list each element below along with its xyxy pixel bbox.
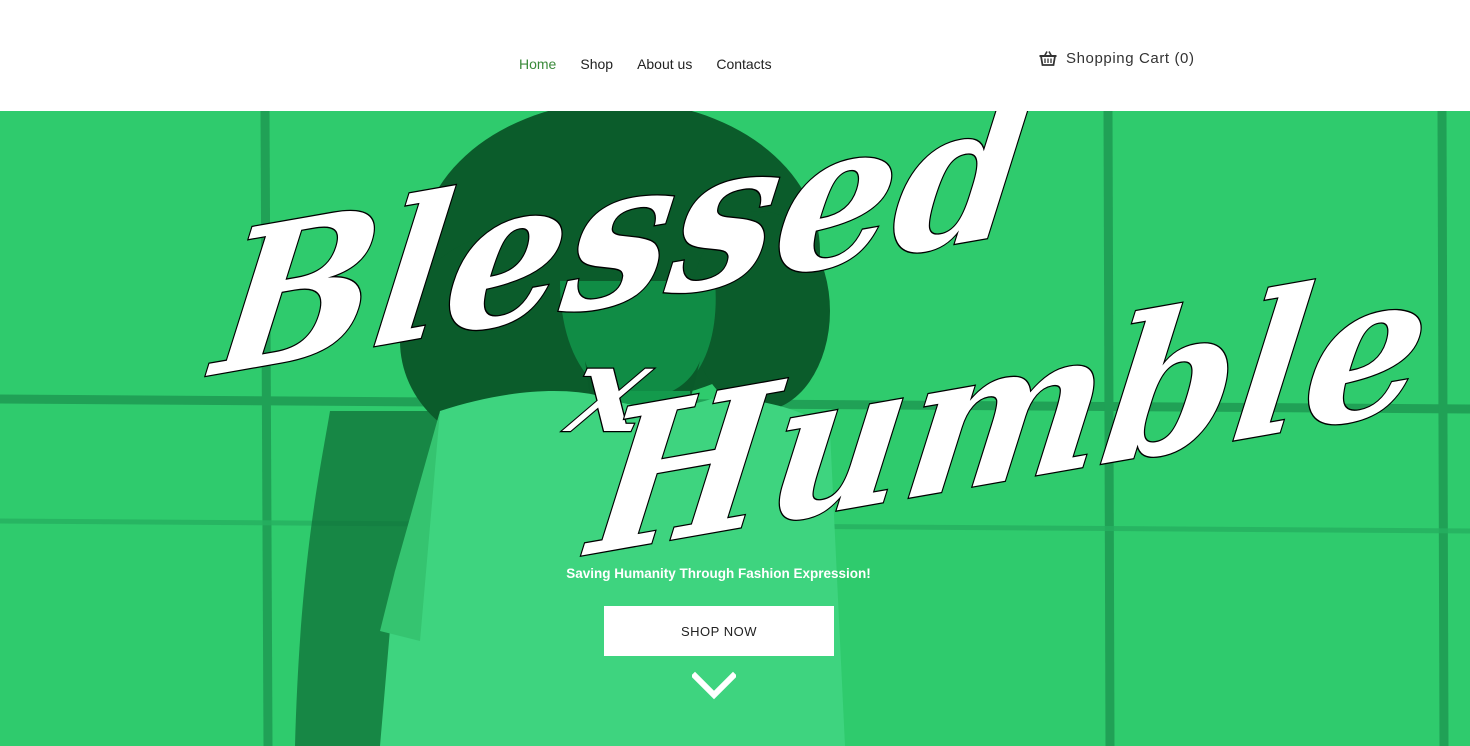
nav-shop[interactable]: Shop	[580, 55, 613, 73]
shop-now-button[interactable]: SHOP NOW	[604, 606, 834, 656]
site-header: Home Shop About us Contacts Shopping Car…	[0, 0, 1470, 111]
cart-label: Shopping Cart (0)	[1066, 49, 1195, 67]
nav-home[interactable]: Home	[519, 55, 556, 73]
nav-contacts[interactable]: Contacts	[716, 55, 771, 73]
chevron-down-icon[interactable]	[690, 671, 738, 706]
main-nav: Home Shop About us Contacts	[519, 55, 772, 73]
shopping-cart-link[interactable]: Shopping Cart (0)	[1038, 49, 1195, 67]
basket-icon	[1038, 49, 1058, 67]
nav-about-us[interactable]: About us	[637, 55, 692, 73]
hero-tagline: Saving Humanity Through Fashion Expressi…	[566, 566, 871, 581]
hero-banner: Blessed x Humble Saving Humanity Through…	[0, 111, 1470, 746]
